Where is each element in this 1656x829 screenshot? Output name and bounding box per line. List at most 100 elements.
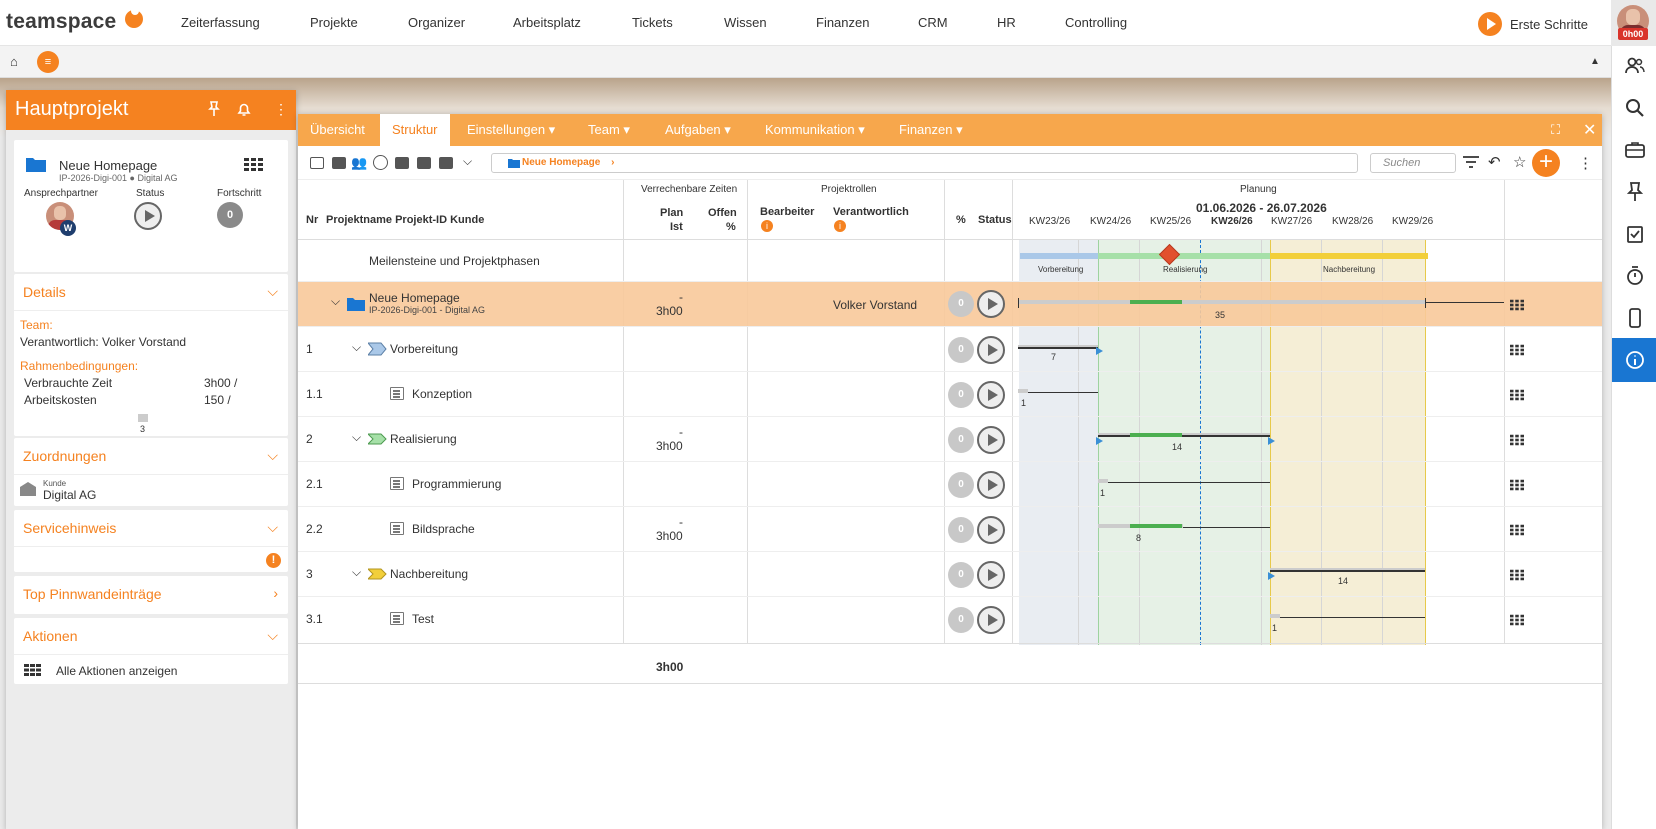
aktionen-header[interactable]: Aktionen ⌵	[14, 618, 288, 655]
phase-bar-nachbereitung[interactable]	[1270, 253, 1428, 259]
maximize-icon[interactable]: ⛶	[1551, 122, 1560, 138]
project-name[interactable]: Neue Homepage	[59, 158, 157, 173]
warning-icon[interactable]: !	[266, 553, 281, 568]
row-status-button[interactable]	[977, 336, 1005, 364]
erste-schritte-button[interactable]: Erste Schritte	[1478, 12, 1588, 36]
tab-finanzen[interactable]: Finanzen ▾	[887, 114, 975, 146]
tasks-icon[interactable]	[1612, 214, 1656, 254]
row-status-button[interactable]	[977, 426, 1005, 454]
close-icon[interactable]: ✕	[1583, 120, 1596, 140]
col-plan[interactable]: Plan	[660, 207, 683, 219]
calendar-year-icon[interactable]	[439, 157, 453, 169]
star-icon[interactable]: ☆	[1513, 153, 1526, 171]
col-ist[interactable]: Ist	[670, 221, 683, 233]
row-status-button[interactable]	[977, 606, 1005, 634]
chevron-down-icon[interactable]: ⌵	[267, 519, 278, 536]
nav-tickets[interactable]: Tickets	[632, 15, 673, 30]
row-name[interactable]: Test	[412, 612, 434, 626]
zuordnungen-header[interactable]: Zuordnungen ⌵	[14, 438, 288, 475]
row-grid-icon[interactable]	[1510, 614, 1524, 626]
stopwatch-icon[interactable]	[1612, 256, 1656, 296]
breadcrumb-project[interactable]: Neue Homepage	[522, 157, 600, 168]
nav-projekte[interactable]: Projekte	[310, 15, 358, 30]
col-bearbeiter[interactable]: Bearbeiter	[760, 206, 814, 218]
chevron-right-icon[interactable]: ›	[273, 585, 278, 601]
pinnwand-card[interactable]: Top Pinnwandeinträge ›	[14, 576, 288, 614]
row-grid-icon[interactable]	[1510, 344, 1524, 356]
status-play-button[interactable]	[134, 202, 162, 230]
table-row[interactable]: 3.1 Test 0 1	[298, 597, 1602, 644]
row-status-button[interactable]	[977, 516, 1005, 544]
tab-struktur[interactable]: Struktur	[380, 114, 450, 146]
search-input[interactable]: Suchen	[1370, 153, 1456, 173]
row-status-button[interactable]	[977, 471, 1005, 499]
calendar-week-icon[interactable]	[395, 157, 409, 169]
chevron-down-icon[interactable]: ⌵	[267, 627, 278, 644]
undo-icon[interactable]: ↶	[1488, 153, 1501, 171]
row-name[interactable]: Programmierung	[412, 477, 501, 491]
row-grid-icon[interactable]	[1510, 479, 1524, 491]
nav-crm[interactable]: CRM	[918, 15, 948, 30]
info-icon[interactable]: i	[761, 220, 773, 232]
phase-bar-realisierung[interactable]	[1098, 253, 1270, 259]
table-row[interactable]: 2.2 Bildsprache - 3h00 0 8	[298, 507, 1602, 552]
row-name[interactable]: Konzeption	[412, 387, 472, 401]
row-grid-icon[interactable]	[1510, 434, 1524, 446]
pin-icon[interactable]	[208, 101, 220, 120]
tab-kommunikation[interactable]: Kommunikation ▾	[753, 114, 877, 146]
tab-einstellungen[interactable]: Einstellungen ▾	[455, 114, 567, 146]
pin-icon[interactable]	[1612, 172, 1656, 212]
nav-hr[interactable]: HR	[997, 15, 1016, 30]
row-status-button[interactable]	[977, 290, 1005, 318]
nav-arbeitsplatz[interactable]: Arbeitsplatz	[513, 15, 581, 30]
team-filter-icon[interactable]: 👥	[351, 155, 367, 171]
grid-icon[interactable]	[244, 158, 264, 172]
search-icon[interactable]	[1612, 88, 1656, 128]
chevron-down-icon[interactable]: ⌵	[331, 294, 340, 309]
table-row[interactable]: 2.1 Programmierung 0 1	[298, 462, 1602, 507]
menu-icon[interactable]: ≡	[37, 51, 59, 73]
chevron-down-icon[interactable]: ⌵	[267, 447, 278, 464]
tab-uebersicht[interactable]: Übersicht	[298, 114, 377, 146]
row-grid-icon[interactable]	[1510, 299, 1524, 311]
hide-icon[interactable]	[373, 155, 388, 170]
contacts-icon[interactable]	[1612, 46, 1656, 86]
chevron-down-icon[interactable]: ⌵	[352, 340, 361, 355]
row-name[interactable]: Vorbereitung	[390, 342, 458, 356]
briefcase-icon[interactable]	[1612, 130, 1656, 170]
timer-badge[interactable]: 0h00	[1618, 28, 1648, 40]
chevron-down-icon[interactable]: ⌵	[267, 283, 278, 300]
breadcrumb[interactable]: Neue Homepage ›	[491, 153, 1358, 173]
list-view-icon[interactable]	[310, 157, 324, 169]
row-name[interactable]: Realisierung	[390, 432, 457, 446]
mobile-icon[interactable]	[1612, 298, 1656, 338]
home-icon[interactable]: ⌂	[10, 54, 18, 69]
row-status-button[interactable]	[977, 561, 1005, 589]
details-header[interactable]: Details ⌵	[14, 274, 288, 311]
alle-aktionen-link[interactable]: Alle Aktionen anzeigen	[56, 664, 177, 678]
nav-organizer[interactable]: Organizer	[408, 15, 465, 30]
table-row[interactable]: 2 ⌵ Realisierung - 3h00 0 14	[298, 417, 1602, 462]
calendar-one-icon[interactable]	[332, 157, 346, 169]
row-grid-icon[interactable]	[1510, 524, 1524, 536]
nav-zeiterfassung[interactable]: Zeiterfassung	[181, 15, 260, 30]
tab-team[interactable]: Team ▾	[576, 114, 642, 146]
more-icon[interactable]: ⋮	[1578, 154, 1593, 172]
nav-finanzen[interactable]: Finanzen	[816, 15, 869, 30]
col-nr[interactable]: Nr	[306, 214, 318, 226]
row-status-button[interactable]	[977, 381, 1005, 409]
col-percent[interactable]: %	[956, 214, 966, 226]
col-status[interactable]: Status	[978, 214, 1012, 226]
filter-icon[interactable]	[1462, 155, 1480, 172]
logo[interactable]: teamspace	[6, 10, 116, 34]
collapse-icon[interactable]: ▲	[1590, 56, 1600, 67]
table-row[interactable]: ⌵ Neue Homepage IP-2026-Digi-001 - Digit…	[298, 282, 1602, 327]
table-row[interactable]: 1 ⌵ Vorbereitung 0 7	[298, 327, 1602, 372]
row-name[interactable]: Bildsprache	[412, 522, 475, 536]
row-grid-icon[interactable]	[1510, 569, 1524, 581]
row-name[interactable]: Neue Homepage	[369, 291, 460, 305]
col-offen[interactable]: Offen	[708, 207, 737, 219]
service-header[interactable]: Servicehinweis ⌵	[14, 510, 288, 547]
pinnwand-header[interactable]: Top Pinnwandeinträge ›	[14, 576, 288, 612]
chevron-down-icon[interactable]: ⌵	[352, 565, 361, 580]
